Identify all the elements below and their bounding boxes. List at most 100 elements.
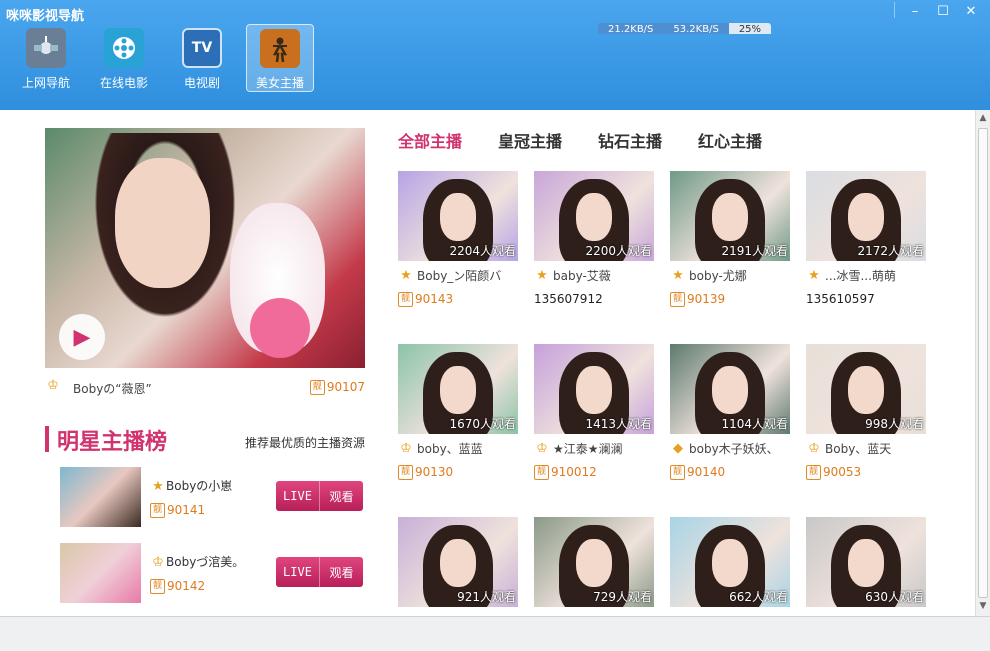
nav-label: 上网导航	[21, 76, 70, 90]
live-watch-button[interactable]: LIVE 观看	[276, 481, 363, 511]
crown-icon: ♔	[152, 555, 164, 570]
host-thumbnail[interactable]: 921人观看	[398, 517, 518, 607]
host-name-text: boby木子妖妖、	[689, 442, 779, 456]
play-icon[interactable]: ▶	[59, 314, 105, 360]
host-name[interactable]: ♔ ★江泰★澜澜	[534, 440, 654, 457]
host-id: 靓 90053	[806, 465, 861, 480]
star-host-thumbnail[interactable]	[60, 467, 141, 527]
host-id-value: 910012	[551, 465, 597, 479]
status-bar	[0, 616, 990, 651]
host-card[interactable]: 630人观看	[806, 517, 926, 616]
id-badge-icon: 靓	[670, 292, 685, 307]
nav-item-tv-series[interactable]: TV 电视剧	[168, 24, 236, 92]
host-name[interactable]: ★ boby-尤娜	[670, 267, 790, 284]
host-thumbnail[interactable]: 662人观看	[670, 517, 790, 607]
satellite-icon	[26, 28, 66, 68]
tab-crown-hosts[interactable]: 皇冠主播	[498, 128, 562, 152]
host-card[interactable]: 2204人观看 ★ Boby_ン陌颜バ靓 90143	[398, 171, 518, 321]
host-id: 靓 90140	[670, 465, 725, 480]
star-section-header: 明星主播榜 推荐最优质的主播资源	[45, 424, 365, 455]
nav-item-web[interactable]: 上网导航	[12, 24, 80, 92]
featured-id: 靓 90107	[309, 380, 365, 395]
host-name-text: Boby、蓝天	[825, 442, 892, 456]
host-thumbnail[interactable]: 1670人观看	[398, 344, 518, 434]
host-card[interactable]: 921人观看	[398, 517, 518, 616]
host-thumbnail[interactable]: 1104人观看	[670, 344, 790, 434]
star-host-item: ★ Bobyの小崽 靓 90141 LIVE 观看	[60, 467, 365, 529]
host-name[interactable]: ★ ...冰雪...萌萌	[806, 267, 926, 284]
star-host-item: ♔ Bobyづ涫美。 靓 90142 LIVE 观看	[60, 543, 365, 605]
host-name-text: ★江泰★澜澜	[553, 442, 623, 456]
watch-label: 观看	[329, 489, 354, 504]
host-thumbnail[interactable]: 2200人观看	[534, 171, 654, 261]
crown-icon: ♔	[47, 378, 59, 393]
host-thumbnail[interactable]: 729人观看	[534, 517, 654, 607]
section-subtitle: 推荐最优质的主播资源	[244, 436, 365, 450]
host-face	[440, 366, 476, 414]
host-card[interactable]: 998人观看 ♔ Boby、蓝天靓 90053	[806, 344, 926, 494]
scroll-up-icon[interactable]: ▲	[978, 113, 988, 125]
star-host-id: 靓 90142	[150, 579, 205, 594]
star-host-name[interactable]: ★ Bobyの小崽	[150, 477, 232, 494]
viewer-count: 1104人观看	[721, 417, 788, 431]
star-host-thumbnail[interactable]	[60, 543, 141, 603]
host-name[interactable]: ★ Boby_ン陌颜バ	[398, 267, 518, 284]
host-id: 135607912	[534, 292, 603, 306]
host-name[interactable]: ♔ boby、蓝蓝	[398, 440, 518, 457]
scrollbar-thumb[interactable]	[978, 128, 988, 598]
film-reel-icon	[104, 28, 144, 68]
host-card[interactable]: 1413人观看 ♔ ★江泰★澜澜靓 910012	[534, 344, 654, 494]
host-id-value: 90140	[687, 465, 726, 479]
star-host-id-value: 90142	[167, 579, 206, 593]
host-name-text: boby-尤娜	[689, 269, 747, 283]
nav-item-movies[interactable]: 在线电影	[90, 24, 158, 92]
host-card[interactable]: 662人观看	[670, 517, 790, 616]
host-name[interactable]: ◆ boby木子妖妖、	[670, 440, 790, 457]
featured-video[interactable]: ▶	[45, 128, 365, 368]
host-thumbnail[interactable]: 2191人观看	[670, 171, 790, 261]
viewer-count: 921人观看	[457, 590, 516, 604]
host-card[interactable]: 2172人观看 ★ ...冰雪...萌萌 135610597	[806, 171, 926, 321]
host-name-text: ...冰雪...萌萌	[825, 269, 896, 283]
featured-name[interactable]: Bobyの“薇恩”	[73, 380, 152, 397]
host-name-text: Boby_ン陌颜バ	[417, 269, 502, 283]
maximize-button[interactable]: ☐	[932, 2, 954, 20]
host-card[interactable]: 1104人观看 ◆ boby木子妖妖、靓 90140	[670, 344, 790, 494]
id-badge-icon: 靓	[534, 465, 549, 480]
host-face	[712, 193, 748, 241]
host-card[interactable]: 2200人观看 ★ baby-艾薇 135607912	[534, 171, 654, 321]
live-watch-button[interactable]: LIVE 观看	[276, 557, 363, 587]
host-name[interactable]: ♔ Boby、蓝天	[806, 440, 926, 457]
star-host-name[interactable]: ♔ Bobyづ涫美。	[150, 553, 244, 570]
star-badge-icon: ★	[536, 267, 548, 283]
host-id-value: 90130	[415, 465, 454, 479]
tab-all-hosts[interactable]: 全部主播	[398, 128, 462, 152]
host-face	[712, 539, 748, 587]
vertical-scrollbar[interactable]: ▲ ▼	[975, 110, 990, 616]
host-name[interactable]: ★ baby-艾薇	[534, 267, 654, 284]
host-thumbnail[interactable]: 2204人观看	[398, 171, 518, 261]
close-button[interactable]: ✕	[960, 2, 982, 20]
tab-diamond-hosts[interactable]: 钻石主播	[598, 128, 662, 152]
host-thumbnail[interactable]: 1413人观看	[534, 344, 654, 434]
tab-heart-hosts[interactable]: 红心主播	[698, 128, 762, 152]
host-thumbnail[interactable]: 2172人观看	[806, 171, 926, 261]
nav-label: 电视剧	[183, 76, 220, 90]
scroll-down-icon[interactable]: ▼	[978, 601, 988, 613]
featured-plush-toy	[230, 203, 325, 358]
featured-host-face	[115, 158, 210, 288]
host-card[interactable]: 2191人观看 ★ boby-尤娜靓 90139	[670, 171, 790, 321]
minimize-button[interactable]: –	[904, 2, 926, 20]
host-face	[848, 366, 884, 414]
host-card[interactable]: 729人观看	[534, 517, 654, 616]
network-status: 21.2KB/S 53.2KB/S 25%	[598, 23, 772, 34]
diamond-badge-icon: ◆	[673, 440, 683, 456]
nav-label: 美女主播	[255, 76, 304, 90]
host-thumbnail[interactable]: 630人观看	[806, 517, 926, 607]
viewer-count: 1670人观看	[449, 417, 516, 431]
host-thumbnail[interactable]: 998人观看	[806, 344, 926, 434]
host-id: 135610597	[806, 292, 875, 306]
host-card[interactable]: 1670人观看 ♔ boby、蓝蓝靓 90130	[398, 344, 518, 494]
crown-badge-icon: ♔	[400, 440, 412, 456]
nav-item-hosts[interactable]: 美女主播	[246, 24, 314, 92]
